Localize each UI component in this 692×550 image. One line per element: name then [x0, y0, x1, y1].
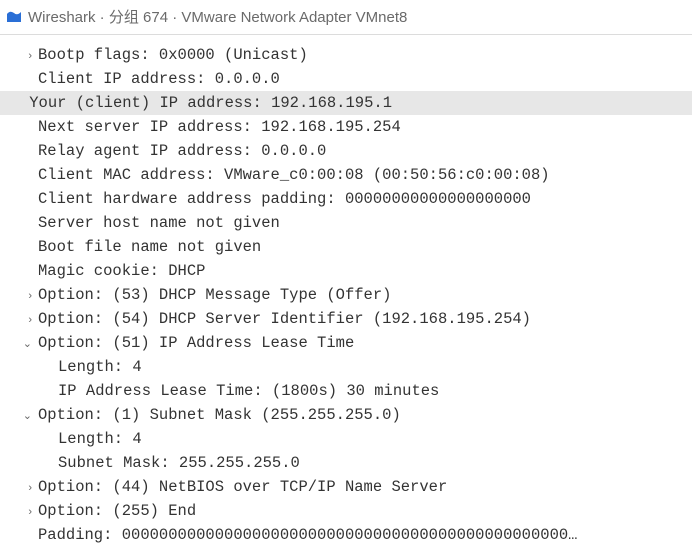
expand-closed-icon[interactable]: › [0, 48, 38, 65]
tree-row-text: Client hardware address padding: 0000000… [38, 187, 531, 211]
tree-row-text: Option: (54) DHCP Server Identifier (192… [38, 307, 531, 331]
tree-row[interactable]: Your (client) IP address: 192.168.195.1 [0, 91, 692, 115]
tree-row[interactable]: ⌄Option: (51) IP Address Lease Time [0, 331, 692, 355]
tree-row[interactable]: ›Option: (54) DHCP Server Identifier (19… [0, 307, 692, 331]
title-sep-2: · [168, 9, 181, 26]
expand-open-icon[interactable]: ⌄ [0, 336, 38, 353]
app-name: Wireshark [28, 9, 96, 26]
expand-closed-icon[interactable]: › [0, 480, 38, 497]
tree-row-text: Boot file name not given [38, 235, 261, 259]
expand-open-icon[interactable]: ⌄ [0, 408, 38, 425]
tree-row-text: Option: (53) DHCP Message Type (Offer) [38, 283, 391, 307]
tree-row[interactable]: Subnet Mask: 255.255.255.0 [0, 451, 692, 475]
tree-row-text: Your (client) IP address: 192.168.195.1 [29, 91, 692, 115]
tree-row-text: Length: 4 [58, 427, 142, 451]
expand-closed-icon[interactable]: › [0, 312, 38, 329]
tree-row-text: Padding: 0000000000000000000000000000000… [38, 523, 578, 547]
tree-row-text: Bootp flags: 0x0000 (Unicast) [38, 43, 308, 67]
tree-row-text: Subnet Mask: 255.255.255.0 [58, 451, 300, 475]
window-title: Wireshark · 分组 674 · VMware Network Adap… [28, 6, 407, 27]
tree-row[interactable]: Server host name not given [0, 211, 692, 235]
tree-row-text: Option: (51) IP Address Lease Time [38, 331, 354, 355]
tree-row[interactable]: Relay agent IP address: 0.0.0.0 [0, 139, 692, 163]
tree-row[interactable]: Client IP address: 0.0.0.0 [0, 67, 692, 91]
tree-row[interactable]: Next server IP address: 192.168.195.254 [0, 115, 692, 139]
expand-closed-icon[interactable]: › [0, 288, 38, 305]
tree-row-text: Relay agent IP address: 0.0.0.0 [38, 139, 326, 163]
tree-row-text: Option: (44) NetBIOS over TCP/IP Name Se… [38, 475, 447, 499]
expand-closed-icon[interactable]: › [0, 504, 38, 521]
tree-row[interactable]: Length: 4 [0, 355, 692, 379]
tree-row[interactable]: Magic cookie: DHCP [0, 259, 692, 283]
tree-row-text: Option: (1) Subnet Mask (255.255.255.0) [38, 403, 401, 427]
tree-row[interactable]: Boot file name not given [0, 235, 692, 259]
titlebar: Wireshark · 分组 674 · VMware Network Adap… [0, 0, 692, 30]
packet-details-tree[interactable]: ›Bootp flags: 0x0000 (Unicast)Client IP … [0, 35, 692, 547]
packet-label: 分组 674 [109, 9, 168, 26]
interface-name: VMware Network Adapter VMnet8 [181, 9, 407, 26]
tree-row[interactable]: Client MAC address: VMware_c0:00:08 (00:… [0, 163, 692, 187]
tree-row-text: Option: (255) End [38, 499, 196, 523]
tree-row[interactable]: ›Bootp flags: 0x0000 (Unicast) [0, 43, 692, 67]
tree-row[interactable]: Client hardware address padding: 0000000… [0, 187, 692, 211]
tree-row[interactable]: ⌄Option: (1) Subnet Mask (255.255.255.0) [0, 403, 692, 427]
title-sep-1: · [96, 9, 109, 26]
tree-row[interactable]: ›Option: (53) DHCP Message Type (Offer) [0, 283, 692, 307]
tree-row-text: Length: 4 [58, 355, 142, 379]
tree-row-text: Next server IP address: 192.168.195.254 [38, 115, 401, 139]
tree-row-text: Magic cookie: DHCP [38, 259, 205, 283]
tree-row-text: Server host name not given [38, 211, 280, 235]
tree-row[interactable]: Padding: 0000000000000000000000000000000… [0, 523, 692, 547]
wireshark-icon [6, 8, 22, 24]
tree-row[interactable]: IP Address Lease Time: (1800s) 30 minute… [0, 379, 692, 403]
tree-row[interactable]: ›Option: (255) End [0, 499, 692, 523]
tree-row-text: Client MAC address: VMware_c0:00:08 (00:… [38, 163, 550, 187]
tree-row[interactable]: ›Option: (44) NetBIOS over TCP/IP Name S… [0, 475, 692, 499]
tree-row-text: IP Address Lease Time: (1800s) 30 minute… [58, 379, 439, 403]
tree-row-text: Client IP address: 0.0.0.0 [38, 67, 280, 91]
tree-row[interactable]: Length: 4 [0, 427, 692, 451]
